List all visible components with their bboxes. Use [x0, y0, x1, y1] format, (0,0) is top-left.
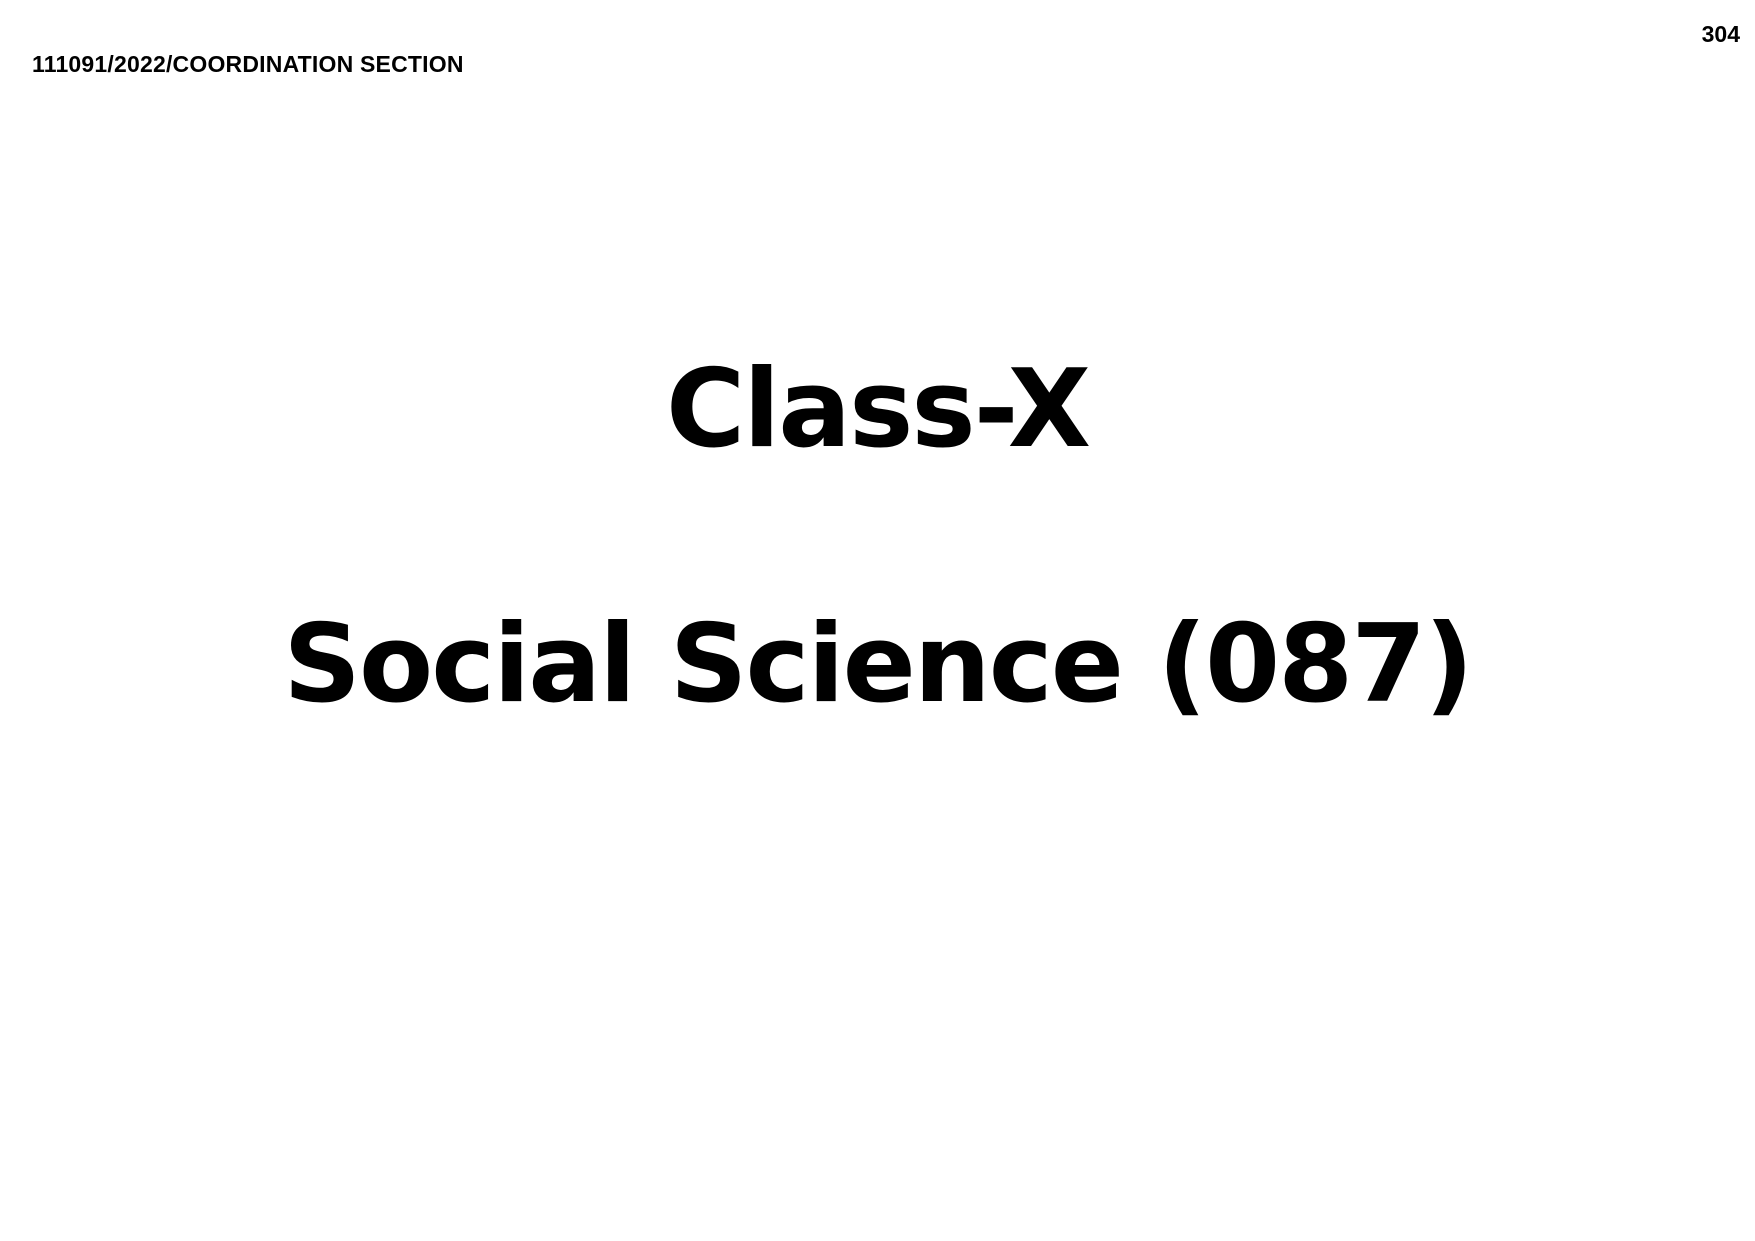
- file-reference: 111091/2022/COORDINATION SECTION: [32, 51, 464, 77]
- class-title: Class-X: [665, 347, 1091, 472]
- page-number: 304: [1701, 21, 1740, 47]
- subject-title: Social Science (087): [283, 602, 1474, 727]
